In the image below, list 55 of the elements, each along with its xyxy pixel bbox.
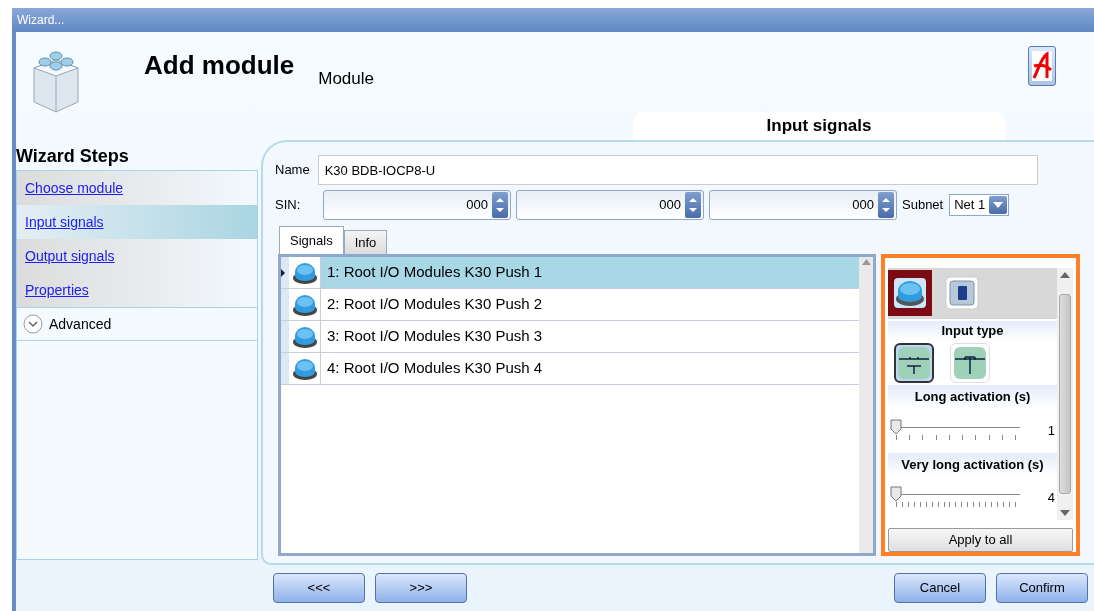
normally-open-contact-icon <box>897 345 931 380</box>
sin-field[interactable]: 000 <box>709 190 897 220</box>
push-button-icon <box>893 277 927 310</box>
name-field[interactable]: K30 BDB-IOCP8-U <box>317 155 1038 185</box>
name-label: Name <box>275 161 310 180</box>
nav-button[interactable]: <<< <box>273 573 365 603</box>
signal-row[interactable]: 3: Root I/O Modules K30 Push 3 <box>281 321 859 353</box>
scroll-up-icon <box>1060 272 1070 278</box>
signal-row[interactable]: 1: Root I/O Modules K30 Push 1 <box>281 257 859 289</box>
slider-label: Very long activation (s) <box>888 452 1057 476</box>
dialog-button[interactable]: Cancel <box>894 573 986 603</box>
pdf-icon <box>1031 50 1053 82</box>
slider-label: Long activation (s) <box>888 385 1057 409</box>
advanced-label: Advanced <box>49 314 112 334</box>
slider-thumb[interactable] <box>890 486 902 502</box>
spinner-arrows-icon <box>882 196 890 214</box>
slider-value: 4 <box>1047 489 1055 508</box>
slider[interactable] <box>890 486 1020 510</box>
push-button-icon <box>291 356 318 381</box>
apply-to-all-button[interactable]: Apply to all <box>888 528 1073 552</box>
slider-value: 1 <box>1047 421 1055 440</box>
advanced-row[interactable]: Advanced <box>17 307 257 341</box>
slider-thumb[interactable] <box>890 418 902 435</box>
push-button-icon <box>291 292 318 317</box>
scroll-down-icon <box>1060 510 1070 516</box>
spinner-arrows-icon <box>496 196 504 214</box>
signal-type-button[interactable] <box>888 270 932 317</box>
tab[interactable]: Signals <box>279 226 344 254</box>
wizard-step-item[interactable]: Input signals <box>17 205 257 239</box>
input-type-label: Input type <box>888 320 1057 341</box>
push-button-icon <box>291 260 318 285</box>
normally-closed-contact-icon <box>953 345 987 380</box>
spinner-arrows-icon <box>689 196 697 214</box>
subnet-label: Subnet <box>902 196 944 215</box>
rocker-switch-icon <box>945 276 979 311</box>
sin-field[interactable]: 000 <box>516 190 704 220</box>
nav-button[interactable]: >>> <box>375 573 467 603</box>
window-title: Wizard... <box>17 12 65 29</box>
dropdown-arrow-icon <box>993 202 1004 208</box>
signal-row[interactable]: 4: Root I/O Modules K30 Push 4 <box>281 353 859 385</box>
dialog-button[interactable]: Confirm <box>996 573 1088 603</box>
signal-row[interactable]: 2: Root I/O Modules K30 Push 2 <box>281 289 859 321</box>
slider[interactable] <box>890 418 1020 443</box>
scroll-up-icon <box>861 259 871 265</box>
page-title: Add module <box>144 49 295 82</box>
row-pointer-icon <box>281 268 285 277</box>
sin-label: SIN: <box>275 196 302 215</box>
push-button-icon <box>291 324 318 349</box>
input-type-button[interactable] <box>894 342 934 383</box>
sin-field[interactable]: 000 <box>323 190 511 220</box>
subnet-dropdown[interactable]: Net 1 <box>949 194 1010 216</box>
pdf-button[interactable] <box>1028 46 1056 86</box>
tab[interactable]: Info <box>343 230 388 254</box>
wizard-steps-title: Wizard Steps <box>16 145 130 168</box>
page-subtitle: Module <box>318 68 374 90</box>
